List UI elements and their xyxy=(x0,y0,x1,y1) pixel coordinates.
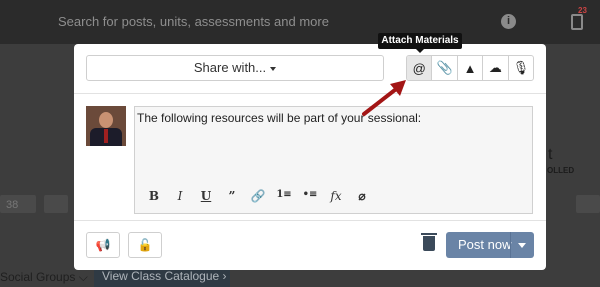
post-now-label: Post now xyxy=(458,237,512,252)
background-status: OLLED xyxy=(547,166,575,175)
post-editor[interactable]: The following resources will be part of … xyxy=(134,106,533,214)
post-composer-modal: Share with... @ 📎 ▲ ☁ 🎙 The following re… xyxy=(74,44,546,270)
post-options-chevron-icon[interactable] xyxy=(518,243,526,248)
trash-icon[interactable] xyxy=(421,233,437,251)
divider xyxy=(74,220,546,221)
tooltip: Attach Materials xyxy=(378,33,462,53)
bold-icon[interactable]: B xyxy=(141,189,167,203)
format-toolbar: B I U ” 🔗 1≡ •≡ fx ⌀ xyxy=(141,189,375,203)
unlock-icon[interactable]: 🔓 xyxy=(128,232,162,258)
share-with-label: Share with... xyxy=(193,60,267,75)
microphone-icon[interactable]: 🎙 xyxy=(509,56,533,80)
google-drive-icon[interactable]: ▲ xyxy=(458,56,484,80)
link-icon[interactable]: 🔗 xyxy=(245,189,271,203)
onedrive-icon[interactable]: ☁ xyxy=(483,56,509,80)
info-icon[interactable]: i xyxy=(501,14,516,29)
bullet-list-icon[interactable]: •≡ xyxy=(297,189,323,203)
notification-icon[interactable] xyxy=(571,14,583,30)
post-split-divider xyxy=(510,232,511,258)
underline-icon[interactable]: U xyxy=(193,189,219,203)
background-chip xyxy=(44,195,68,213)
divider xyxy=(74,93,546,94)
ordered-list-icon[interactable]: 1≡ xyxy=(271,189,297,203)
search-input[interactable]: Search for posts, units, assessments and… xyxy=(48,8,532,36)
annotation-arrow xyxy=(362,80,406,116)
top-bar: Search for posts, units, assessments and… xyxy=(0,0,600,44)
post-now-button[interactable]: Post now xyxy=(446,232,534,258)
paperclip-icon[interactable]: 📎 xyxy=(432,56,458,80)
social-groups-label[interactable]: Social Groups ⌵ xyxy=(0,270,88,285)
background-chip: 38 xyxy=(0,195,36,213)
megaphone-icon[interactable]: 📢 xyxy=(86,232,120,258)
attachment-toolbar: @ 📎 ▲ ☁ 🎙 xyxy=(406,55,534,81)
notification-badge: 23 xyxy=(578,6,587,15)
italic-icon[interactable]: I xyxy=(167,189,193,203)
clear-format-icon[interactable]: ⌀ xyxy=(349,189,375,203)
formula-icon[interactable]: fx xyxy=(323,189,349,203)
background-heading: t xyxy=(548,146,553,163)
chevron-down-icon xyxy=(270,66,277,71)
quote-icon[interactable]: ” xyxy=(219,189,245,203)
avatar xyxy=(86,106,126,146)
at-icon[interactable]: @ xyxy=(407,56,433,80)
share-with-dropdown[interactable]: Share with... xyxy=(86,55,384,81)
background-chip xyxy=(576,195,600,213)
